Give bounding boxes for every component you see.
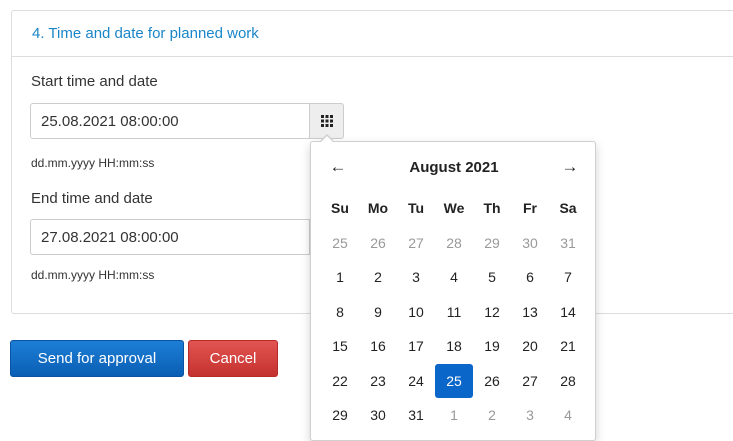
end-date-label: End time and date	[31, 190, 153, 207]
weekday-header: Su	[331, 200, 349, 217]
calendar-day[interactable]: 31	[397, 398, 435, 433]
calendar-day[interactable]: 30	[511, 226, 549, 261]
end-date-input[interactable]: 27.08.2021 08:00:00	[30, 219, 310, 255]
calendar-day[interactable]: 1	[435, 398, 473, 433]
calendar-day[interactable]: 14	[549, 295, 587, 330]
calendar-day[interactable]: 4	[435, 260, 473, 295]
cancel-button[interactable]: Cancel	[188, 340, 278, 377]
calendar-day[interactable]: 23	[359, 364, 397, 399]
calendar-day[interactable]: 28	[435, 226, 473, 261]
prev-month-arrow-icon[interactable]: ←	[325, 156, 351, 178]
calendar-day[interactable]: 27	[511, 364, 549, 399]
weekday-header: Fr	[523, 200, 537, 217]
calendar-day[interactable]: 17	[397, 329, 435, 364]
calendar-day[interactable]: 9	[359, 295, 397, 330]
calendar-grid-icon	[320, 115, 333, 127]
calendar-day[interactable]: 2	[473, 398, 511, 433]
next-month-arrow-icon[interactable]: →	[557, 156, 583, 178]
calendar-day[interactable]: 3	[511, 398, 549, 433]
calendar-day[interactable]: 24	[397, 364, 435, 399]
calendar-day[interactable]: 12	[473, 295, 511, 330]
calendar-day[interactable]: 6	[511, 260, 549, 295]
calendar-day[interactable]: 21	[549, 329, 587, 364]
selected-day[interactable]: 25	[435, 363, 473, 398]
calendar-day[interactable]: 19	[473, 329, 511, 364]
start-date-label: Start time and date	[31, 73, 158, 90]
calendar-day[interactable]: 11	[435, 295, 473, 330]
calendar-day[interactable]: 2	[359, 260, 397, 295]
calendar-grid: Su Mo Tu We Th Fr Sa 25 26 27 28 29 30 31 1 2 3 4 5 6 7 8 9 10 1…	[321, 191, 587, 433]
calendar-day[interactable]: 30	[359, 398, 397, 433]
calendar-day[interactable]: 8	[321, 295, 359, 330]
calendar-day[interactable]: 29	[321, 398, 359, 433]
start-format-hint: dd.mm.yyyy HH:mm:ss	[31, 156, 155, 170]
calendar-day[interactable]: 28	[549, 364, 587, 399]
end-format-hint: dd.mm.yyyy HH:mm:ss	[31, 268, 155, 282]
calendar-day[interactable]: 20	[511, 329, 549, 364]
calendar-day[interactable]: 3	[397, 260, 435, 295]
calendar-day[interactable]: 4	[549, 398, 587, 433]
calendar-day[interactable]: 5	[473, 260, 511, 295]
weekday-header: Th	[483, 200, 501, 217]
calendar-day[interactable]: 15	[321, 329, 359, 364]
send-for-approval-button[interactable]: Send for approval	[10, 340, 184, 377]
calendar-day[interactable]: 18	[435, 329, 473, 364]
calendar-day[interactable]: 26	[473, 364, 511, 399]
datepicker-popup: ← August 2021 → Su Mo Tu We Th Fr Sa 25 26 27 28 29…	[310, 134, 596, 441]
month-year-title[interactable]: August 2021	[371, 156, 537, 178]
calendar-day[interactable]: 25	[321, 226, 359, 261]
calendar-day[interactable]: 22	[321, 364, 359, 399]
calendar-day[interactable]: 1	[321, 260, 359, 295]
weekday-header: Mo	[367, 200, 389, 217]
calendar-day[interactable]: 29	[473, 226, 511, 261]
calendar-day[interactable]: 27	[397, 226, 435, 261]
weekday-header: Tu	[407, 200, 425, 217]
calendar-day[interactable]: 31	[549, 226, 587, 261]
calendar-day[interactable]: 16	[359, 329, 397, 364]
weekday-header: We	[443, 200, 465, 217]
calendar-day[interactable]: 10	[397, 295, 435, 330]
calendar-day[interactable]: 26	[359, 226, 397, 261]
start-date-input[interactable]: 25.08.2021 08:00:00	[30, 103, 310, 139]
calendar-day[interactable]: 13	[511, 295, 549, 330]
weekday-header: Sa	[559, 200, 577, 217]
section-title: 4. Time and date for planned work	[12, 11, 733, 57]
calendar-day[interactable]: 7	[549, 260, 587, 295]
